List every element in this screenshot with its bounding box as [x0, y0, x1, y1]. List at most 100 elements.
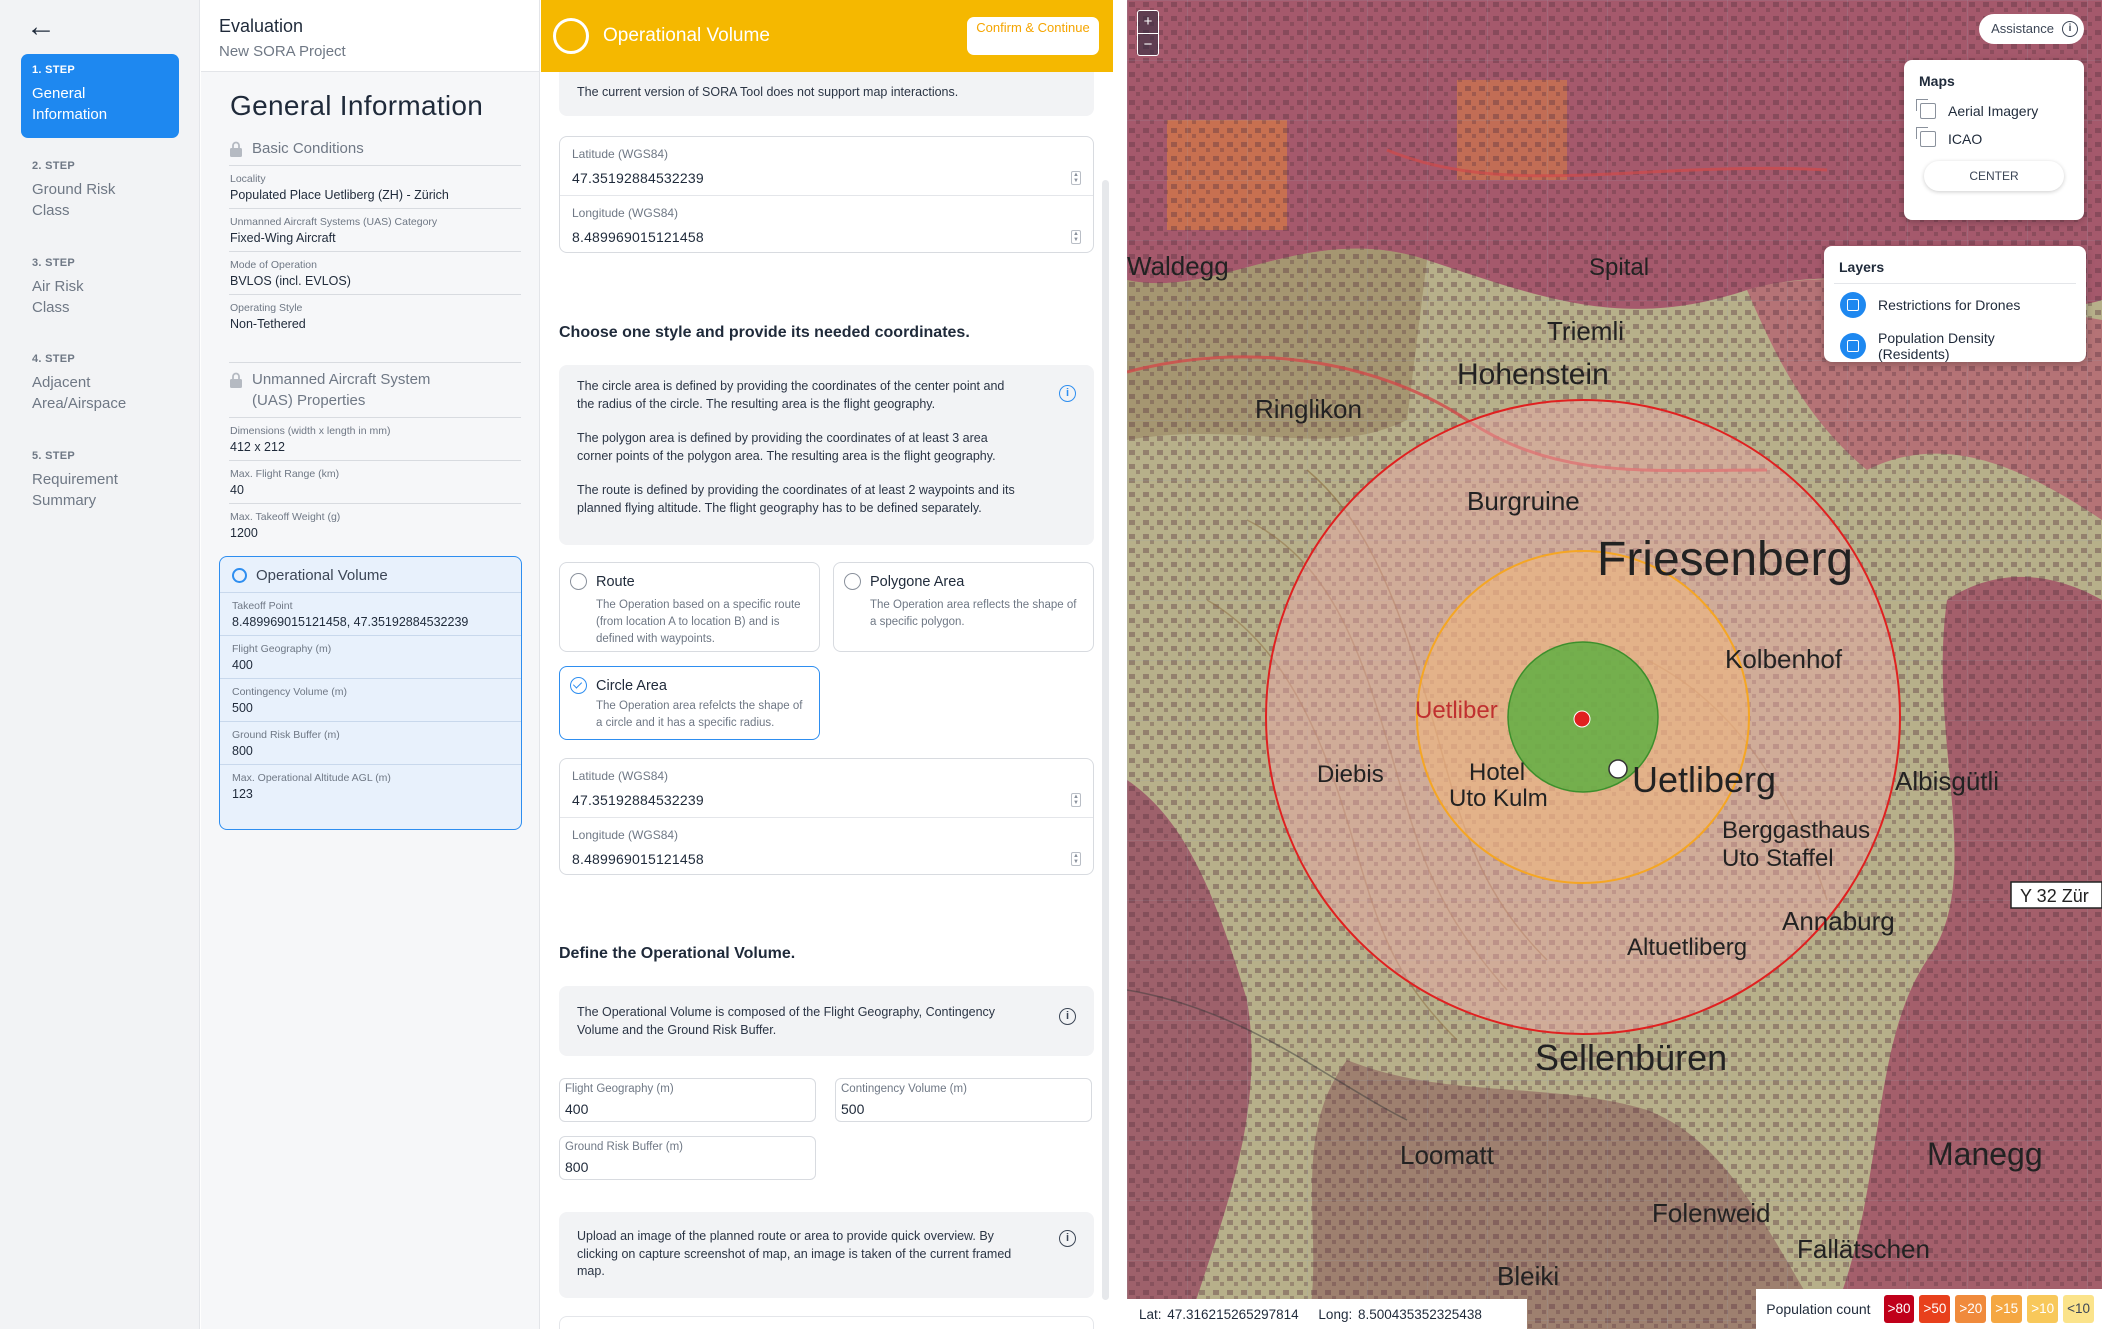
field-value: Non-Tethered — [230, 317, 306, 331]
mode-of-operation-field: Mode of Operation BVLOS (incl. EVLOS) — [229, 252, 521, 295]
info-icon[interactable]: i — [1059, 1008, 1076, 1025]
legend-swatch: >80 — [1883, 1295, 1915, 1323]
map-label: Altuetliberg — [1627, 934, 1747, 961]
step-sidebar: ← 1. STEP General Information 2. STEP Gr… — [0, 0, 200, 1329]
map-label: Triemli — [1547, 316, 1624, 346]
section-title: Basic Conditions — [252, 140, 364, 157]
circle-area-option[interactable]: Circle Area The Operation area refelcts … — [559, 666, 820, 740]
zoom-control[interactable]: + − — [1137, 10, 1159, 56]
field-label: Dimensions (width x length in mm) — [230, 425, 391, 437]
map-interaction-note: The current version of SORA Tool does no… — [559, 72, 1094, 116]
stepper-icon[interactable]: ▲ ▼ — [1071, 852, 1081, 866]
step-title: Requirement Summary — [32, 471, 118, 509]
stepper-icon[interactable]: ▲ ▼ — [1071, 230, 1081, 244]
map-view[interactable]: Hohenstein Ringlikon Burgruine Friesenbe… — [1127, 0, 2102, 1329]
form-body: The current version of SORA Tool does no… — [541, 72, 1113, 1329]
basic-conditions-section: Basic Conditions Locality Populated Place… — [229, 138, 521, 337]
field-label: Ground Risk Buffer (m) — [232, 729, 340, 741]
lock-icon — [230, 372, 242, 388]
step-ground-risk-class[interactable]: 2. STEP Ground Risk Class — [21, 150, 179, 231]
map-label: Sellenbüren — [1535, 1037, 1727, 1078]
legend-swatch: >20 — [1955, 1295, 1987, 1323]
option-title: Circle Area — [596, 677, 667, 694]
option-title: Polygone Area — [870, 573, 965, 590]
info-icon[interactable]: i — [1059, 385, 1076, 402]
polygon-area-option[interactable]: Polygone Area The Operation area reflect… — [833, 562, 1094, 652]
upload-info: Upload an image of the planned route or … — [559, 1212, 1094, 1298]
section-header: Basic Conditions — [229, 138, 521, 166]
legend-swatch: >10 — [2027, 1295, 2059, 1323]
step-air-risk-class[interactable]: 3. STEP Air Risk Class — [21, 247, 179, 328]
map-label: Manegg — [1927, 1136, 2043, 1172]
field-label: Flight Geography (m) — [232, 643, 332, 655]
style-heading: Choose one style and provide its needed … — [559, 324, 970, 341]
icao-option[interactable]: ICAO — [1904, 125, 2084, 153]
section-title: Operational Volume — [256, 567, 388, 584]
legend-label: Population count — [1766, 1301, 1871, 1317]
field-label: Unmanned Aircraft Systems (UAS) Category — [230, 216, 438, 228]
restrictions-layer-toggle[interactable]: Restrictions for Drones — [1824, 284, 2086, 324]
map-label: Uto Staffel — [1722, 845, 1834, 872]
zoom-out-button[interactable]: − — [1138, 33, 1158, 56]
contingency-volume-input[interactable]: Contingency Volume (m) 500 — [835, 1078, 1092, 1122]
max-altitude-field: Max. Operational Altitude AGL (m) 123 — [220, 765, 521, 807]
info-panel: Evaluation New SORA Project General Info… — [201, 0, 540, 1329]
operational-volume-info-text: The Operational Volume is composed of th… — [577, 1005, 996, 1037]
max-takeoff-weight-field: Max. Takeoff Weight (g) 1200 — [229, 504, 521, 546]
assistance-button[interactable]: Assistance i — [1979, 14, 2084, 44]
step-requirement-summary[interactable]: 5. STEP Requirement Summary — [21, 440, 179, 521]
option-description: The Operation area reflects the shape of… — [870, 599, 1077, 628]
input-label: Latitude (WGS84) — [572, 147, 669, 161]
scrollbar[interactable] — [1102, 180, 1109, 1300]
center-longitude-input[interactable]: Longitude (WGS84) 8.489969015121458 ▲ ▼ — [560, 817, 1093, 875]
info-icon[interactable]: i — [1059, 1230, 1076, 1247]
step-general-information[interactable]: 1. STEP General Information — [21, 54, 179, 138]
assistance-label: Assistance — [1991, 21, 2054, 36]
field-label: Mode of Operation — [230, 259, 317, 271]
map-label: Hotel — [1469, 759, 1525, 786]
circle-info-text: The circle area is defined by providing … — [577, 379, 1005, 411]
stepper-icon[interactable]: ▲ ▼ — [1071, 793, 1081, 807]
option-description: The Operation based on a specific route … — [596, 599, 801, 645]
flight-geography-input[interactable]: Flight Geography (m) 400 — [559, 1078, 816, 1122]
back-arrow-icon[interactable]: ← — [26, 10, 56, 44]
population-legend: Population count >80 >50 >20 >15 >10 <10 — [1756, 1289, 2102, 1329]
confirm-continue-button[interactable]: Confirm & Continue — [967, 17, 1099, 55]
ground-risk-buffer-field: Ground Risk Buffer (m) 800 — [220, 722, 521, 765]
takeoff-latitude-input[interactable]: Latitude (WGS84) 47.35192884532239 ▲ ▼ — [560, 137, 1093, 195]
field-value: 800 — [232, 744, 253, 758]
step-adjacent-area[interactable]: 4. STEP Adjacent Area/Airspace — [21, 343, 179, 424]
legend-swatch: >50 — [1919, 1295, 1951, 1323]
layers-copy-icon — [1916, 127, 1936, 147]
page-title: General Information — [230, 90, 484, 121]
step-title: Air Risk Class — [32, 278, 84, 316]
map-label: Uetliber — [1415, 697, 1498, 724]
ground-risk-buffer-input[interactable]: Ground Risk Buffer (m) 800 — [559, 1136, 816, 1180]
route-option[interactable]: Route The Operation based on a specific … — [559, 562, 820, 652]
zoom-in-button[interactable]: + — [1138, 11, 1158, 33]
map-label: Spital — [1589, 254, 1649, 281]
takeoff-coordinates: Latitude (WGS84) 47.35192884532239 ▲ ▼ Lo… — [559, 136, 1094, 253]
map-label: Annaburg — [1782, 906, 1895, 936]
map-label: Diebis — [1317, 761, 1384, 788]
takeoff-point-field: Takeoff Point 8.489969015121458, 47.35192… — [220, 593, 521, 636]
flight-geography-field: Flight Geography (m) 400 — [220, 636, 521, 679]
input-value: 47.35192884532239 — [572, 792, 704, 808]
takeoff-longitude-input[interactable]: Longitude (WGS84) 8.489969015121458 ▲ ▼ — [560, 195, 1093, 253]
population-layer-toggle[interactable]: Population Density (Residents) — [1824, 324, 2086, 368]
center-button[interactable]: CENTER — [1924, 161, 2064, 191]
field-value: 400 — [232, 658, 253, 672]
layer-icon — [1840, 333, 1866, 359]
circle-progress-icon — [232, 568, 247, 583]
stepper-icon[interactable]: ▲ ▼ — [1071, 171, 1081, 185]
operational-volume-summary[interactable]: Operational Volume Takeoff Point 8.489969… — [219, 556, 522, 830]
uas-properties-section: Unmanned Aircraft System (UAS) Propertie… — [229, 362, 521, 546]
legend-swatch: >15 — [1991, 1295, 2023, 1323]
map-label: Ringlikon — [1255, 394, 1362, 424]
aerial-imagery-option[interactable]: Aerial Imagery — [1904, 97, 2084, 125]
info-body: General Information Basic Conditions Loc… — [201, 72, 539, 1329]
map-label: Berggasthaus — [1722, 817, 1870, 844]
center-latitude-input[interactable]: Latitude (WGS84) 47.35192884532239 ▲ ▼ — [560, 759, 1093, 817]
upload-box[interactable] — [559, 1316, 1094, 1329]
layer-icon — [1840, 292, 1866, 318]
